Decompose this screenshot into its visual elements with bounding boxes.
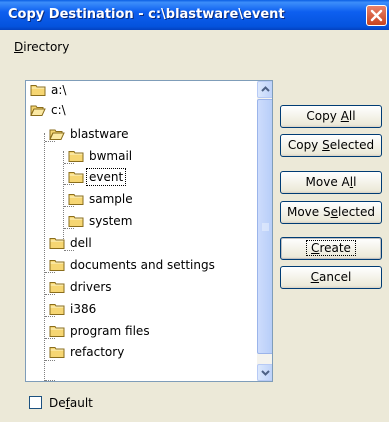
tree-item-label: drivers (70, 280, 112, 294)
tree-item-label: dell (70, 236, 92, 250)
tree-item[interactable]: drivers (49, 278, 114, 296)
scroll-down-button[interactable] (257, 364, 272, 381)
tree-item-label: sample (89, 192, 133, 206)
tree-item[interactable]: event (68, 168, 127, 186)
title-bar[interactable]: Copy Destination - c:\blastware\event (0, 0, 389, 30)
window-title: Copy Destination - c:\blastware\event (8, 7, 285, 22)
tree-item-label: refactory (70, 345, 125, 359)
scroll-up-button[interactable] (257, 81, 272, 98)
tree-scrollbar[interactable] (257, 81, 272, 381)
folder-icon (30, 85, 46, 96)
folder-icon (68, 216, 84, 227)
folder-icon (68, 194, 84, 205)
tree-item-label: i386 (70, 302, 97, 316)
folder-icon (68, 172, 84, 183)
tree-item[interactable]: a:\ (30, 81, 68, 99)
tree-item[interactable]: documents and settings (49, 256, 217, 274)
tree-item[interactable]: i386 (49, 300, 98, 318)
create-button[interactable]: Create (280, 237, 382, 260)
folder-open-icon (30, 105, 46, 116)
chevron-down-icon (261, 370, 270, 376)
chevron-up-icon (261, 86, 270, 92)
folder-icon (68, 151, 84, 162)
folder-icon (49, 347, 65, 358)
copy-all-button[interactable]: Copy All (280, 105, 382, 128)
default-checkbox-label: Default (49, 396, 93, 410)
tree-item-label: documents and settings (70, 258, 215, 272)
folder-icon (49, 260, 65, 271)
cancel-button[interactable]: Cancel (280, 266, 382, 289)
scroll-thumb[interactable] (257, 99, 272, 354)
tree-item-label: a:\ (51, 83, 67, 97)
tree-item[interactable]: program files (49, 322, 152, 340)
tree-item[interactable]: sample (68, 190, 135, 208)
tree-item-label: system (89, 214, 133, 228)
tree-item[interactable]: c:\ (30, 101, 68, 119)
tree-item-label: blastware (70, 127, 129, 141)
tree-item[interactable]: refactory (49, 343, 126, 361)
copy-selected-button[interactable]: Copy Selected (280, 134, 382, 157)
tree-item[interactable]: blastware (49, 125, 130, 143)
default-checkbox[interactable] (29, 396, 42, 409)
folder-open-icon (49, 129, 65, 140)
grip-icon (262, 223, 269, 231)
tree-item-label: c:\ (51, 103, 66, 117)
tree-item[interactable]: dell (49, 234, 94, 252)
tree-item[interactable]: system (68, 212, 134, 230)
tree-item[interactable]: bwmail (68, 147, 134, 165)
folder-icon (49, 304, 65, 315)
folder-icon (49, 238, 65, 249)
close-icon (370, 9, 383, 22)
focus-ring: Create (306, 240, 356, 256)
tree-item-label: bwmail (89, 149, 133, 163)
folder-icon (49, 326, 65, 337)
tree-item-label: program files (70, 324, 150, 338)
move-selected-button[interactable]: Move Selected (280, 201, 382, 224)
tree-item-label: event (85, 168, 127, 186)
directory-label: Directory (14, 40, 70, 54)
move-all-button[interactable]: Move All (280, 171, 382, 194)
folder-icon (49, 282, 65, 293)
close-button[interactable] (366, 5, 387, 26)
directory-tree[interactable]: a:\ c:\ blastware bwmail event sample system de… (25, 80, 273, 382)
